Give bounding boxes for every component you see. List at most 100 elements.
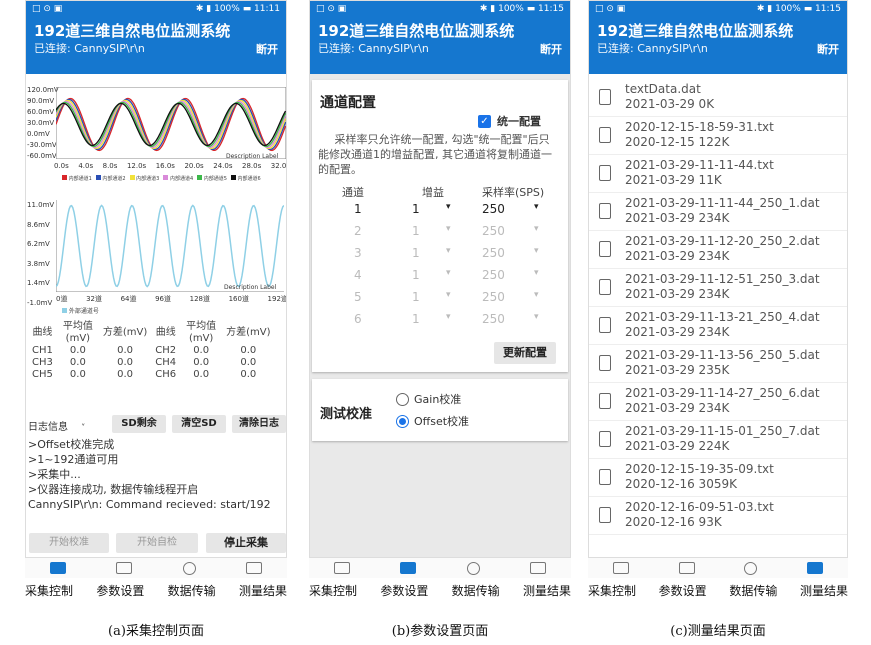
y-tick: -30.0mV [27,141,57,149]
gain-calibration-radio[interactable]: Gain校准 [396,391,461,407]
rate-select[interactable]: 250 ▾ [482,290,542,304]
disconnect-button[interactable]: 断开 [817,41,839,57]
gain-value: 1 [412,246,420,260]
connection-status: 已连接: CannySIP\r\n [318,42,429,55]
table-cell: CH2 [155,345,177,356]
connection-status: 已连接: CannySIP\r\n [597,42,708,55]
tab-transfer[interactable]: 数据传输 [452,582,500,599]
file-icon [599,431,611,447]
tab-settings[interactable]: 参数设置 [96,582,144,599]
results-tab-icon[interactable] [245,562,262,574]
clear-sd-button[interactable]: 清空SD [172,415,226,433]
tab-results[interactable]: 测量结果 [800,582,848,599]
bottom-nav [309,558,571,578]
gain-select[interactable]: 1 ▾ [412,224,458,238]
settings-tab-icon[interactable] [116,562,133,574]
start-calibration-button[interactable]: 开始校准 [29,533,109,553]
rate-select[interactable]: 250 ▾ [482,268,542,282]
rate-select[interactable]: 250 ▾ [482,246,542,260]
legend-item: 内部通道3 [129,175,159,182]
rate-value: 250 [482,268,505,282]
file-list-item[interactable]: 2020-12-15-19-35-09.txt 2020-12-16 3059K [589,459,847,497]
file-list-item[interactable]: 2021-03-29-11-12-20_250_2.dat 2021-03-29 … [589,231,847,269]
dropdown-arrow-icon: ▾ [446,268,451,278]
tab-results[interactable]: 测量结果 [523,582,571,599]
gain-value: 1 [412,290,420,304]
chevron-down-icon[interactable]: ˅ [81,423,85,432]
transfer-tab-icon[interactable] [182,561,196,575]
disconnect-button[interactable]: 断开 [540,41,562,57]
stop-acquisition-button[interactable]: 停止采集 [206,533,286,553]
app-title: 192道三维自然电位监测系统 [597,22,794,40]
table-cell: CH4 [155,357,177,368]
rate-select[interactable]: 250 ▾ [482,202,542,216]
tab-settings[interactable]: 参数设置 [659,582,707,599]
tab-acquisition[interactable]: 采集控制 [309,582,357,599]
file-list-item[interactable]: 2021-03-29-11-14-27_250_6.dat 2021-03-29 … [589,383,847,421]
offset-calibration-radio[interactable]: Offset校准 [396,413,469,429]
gain-select[interactable]: 1 ▾ [412,312,458,326]
sd-remaining-button[interactable]: SD剩余 [112,415,166,433]
tab-acquisition[interactable]: 采集控制 [588,582,636,599]
acquisition-tab-icon[interactable] [50,562,67,574]
config-row: 3 1 ▾ 250 ▾ [312,246,568,266]
file-list-item[interactable]: 2021-03-29-11-13-21_250_4.dat 2021-03-29 … [589,307,847,345]
transfer-tab-icon[interactable] [466,561,480,575]
file-date-size: 2020-12-16 93K [625,515,722,529]
unify-config-checkbox[interactable]: ✓ 统一配置 [478,113,541,129]
caption-c: (c)测量结果页面 [670,624,766,639]
file-list-item[interactable]: 2020-12-16-09-51-03.txt 2020-12-16 93K [589,497,847,535]
file-name: 2021-03-29-11-11-44.txt [625,158,774,172]
file-date-size: 2021-03-29 224K [625,439,730,453]
results-tab-icon[interactable] [529,562,546,574]
gain-select[interactable]: 1 ▾ [412,268,458,282]
table-cell: 0.0 [117,357,134,368]
results-tab-icon[interactable] [807,562,824,574]
file-icon [599,507,611,523]
settings-tab-icon[interactable] [400,562,417,574]
section-title: 通道配置 [320,95,376,111]
tab-acquisition[interactable]: 采集控制 [25,582,73,599]
rate-value: 250 [482,202,505,216]
tab-settings[interactable]: 参数设置 [380,582,428,599]
settings-tab-icon[interactable] [678,562,695,574]
app-bar: 192道三维自然电位监测系统 已连接: CannySIP\r\n 断开 [310,17,570,74]
gain-select[interactable]: 1 ▾ [412,246,458,260]
tab-results[interactable]: 测量结果 [239,582,287,599]
gain-select[interactable]: 1 ▾ [412,290,458,304]
rate-select[interactable]: 250 ▾ [482,312,542,326]
file-list-item[interactable]: 2021-03-29-11-12-51_250_3.dat 2021-03-29 … [589,269,847,307]
file-date-size: 2021-03-29 234K [625,401,730,415]
acquisition-tab-icon[interactable] [612,562,629,574]
start-selfcheck-button[interactable]: 开始自检 [116,533,198,553]
dropdown-arrow-icon: ▾ [534,268,539,278]
file-list-item[interactable]: 2021-03-29-11-11-44.txt 2021-03-29 11K [589,155,847,193]
file-list-item[interactable]: 2021-03-29-11-15-01_250_7.dat 2021-03-29 … [589,421,847,459]
clear-log-button[interactable]: 清除日志 [232,415,286,433]
file-list-item[interactable]: 2021-03-29-11-13-56_250_5.dat 2021-03-29 … [589,345,847,383]
gain-select[interactable]: 1 ▾ [412,202,458,216]
tab-transfer[interactable]: 数据传输 [729,582,777,599]
table-row: CH3 0.0 0.0 CH4 0.0 0.0 [28,357,275,369]
file-icon [599,317,611,333]
file-list-item[interactable]: 2021-03-29-11-11-44_250_1.dat 2021-03-29 … [589,193,847,231]
tab-transfer[interactable]: 数据传输 [168,582,216,599]
rate-value: 250 [482,312,505,326]
external-channel-chart: 11.0mV 8.6mV 6.2mV 3.8mV 1.4mV -1.0mV De… [26,196,286,320]
disconnect-button[interactable]: 断开 [256,41,278,57]
col-header: 曲线 [32,327,53,338]
table-cell: CH1 [32,345,53,356]
update-config-button[interactable]: 更新配置 [494,342,556,364]
caption-a: (a)采集控制页面 [108,624,204,639]
table-cell: 0.0 [193,369,210,380]
config-row: 2 1 ▾ 250 ▾ [312,224,568,244]
file-list-item[interactable]: 2020-12-15-18-59-31.txt 2020-12-15 122K [589,117,847,155]
legend-item: 内部通道2 [95,175,126,182]
transfer-tab-icon[interactable] [744,561,758,575]
file-list-item[interactable]: textData.dat 2021-03-29 0K [589,79,847,117]
app-title: 192道三维自然电位监测系统 [318,22,515,40]
rate-select[interactable]: 250 ▾ [482,224,542,238]
connection-status: 已连接: CannySIP\r\n [34,42,145,55]
x-tick: 28.0s [242,162,262,170]
acquisition-tab-icon[interactable] [334,562,351,574]
